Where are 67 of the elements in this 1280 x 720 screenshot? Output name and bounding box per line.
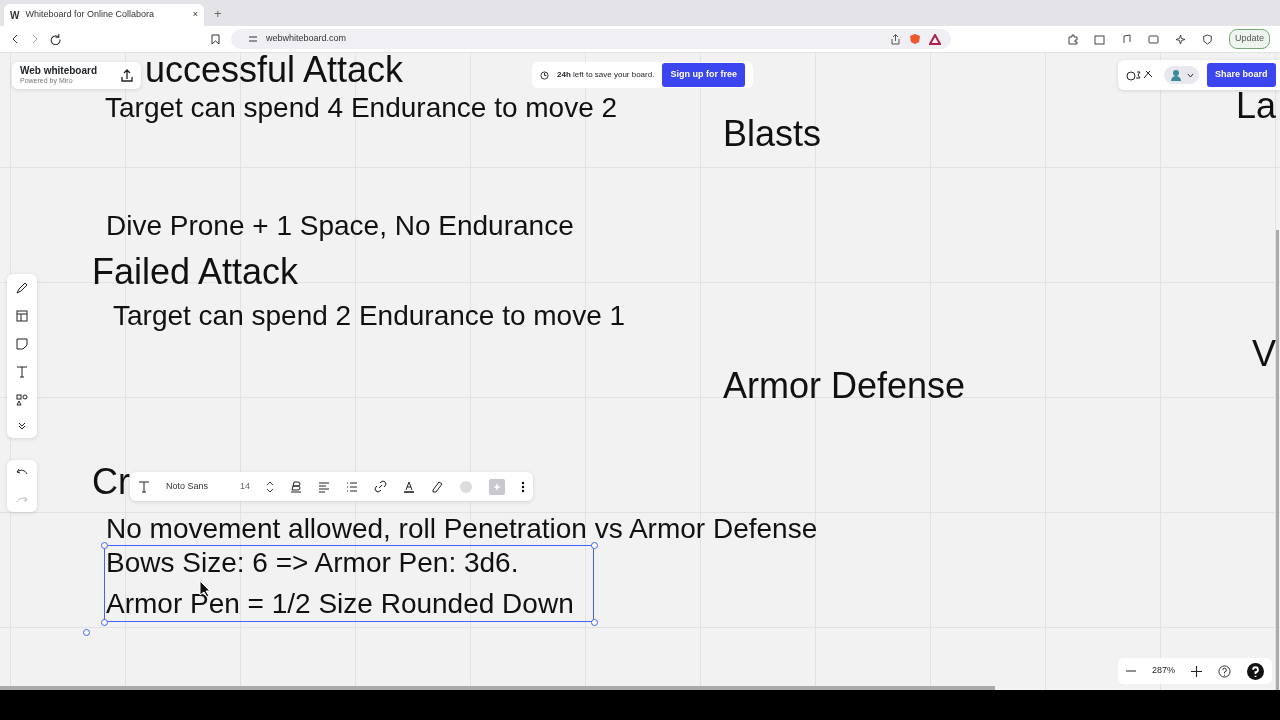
note-text: Armor Pen = 1/2 Size Rounded Down [106, 590, 574, 618]
avatar-menu[interactable] [1164, 66, 1199, 84]
url-text[interactable]: webwhiteboard.com [266, 32, 347, 46]
zoom-level[interactable]: 287% [1152, 664, 1176, 678]
back-icon[interactable] [10, 34, 20, 44]
note-text: No movement allowed, roll Penetration vs Armor Defense [106, 515, 818, 543]
zoom-in-icon[interactable] [1191, 665, 1203, 677]
avatar-icon [1169, 68, 1183, 82]
font-dropdown[interactable]: Noto Sans [166, 479, 224, 494]
shapes-icon[interactable] [16, 394, 28, 406]
note-text: Bows Size: 6 => Armor Pen: 3d6. [106, 549, 519, 577]
list-icon[interactable] [346, 480, 358, 493]
heading-text: V [1252, 334, 1276, 374]
highlighter-icon[interactable] [431, 480, 443, 493]
scrollbar[interactable] [1276, 230, 1279, 690]
text-icon[interactable] [138, 480, 150, 493]
align-icon[interactable] [318, 480, 330, 493]
more-icon[interactable] [18, 422, 26, 430]
text-color-icon[interactable] [403, 480, 415, 493]
note-text: Target can spend 2 Endurance to move 1 [113, 302, 626, 330]
new-tab-button[interactable]: + [204, 3, 232, 26]
pen-icon[interactable] [16, 282, 28, 294]
banner-text: 24h left to save your board. [557, 69, 655, 81]
link-icon[interactable] [374, 480, 387, 493]
resize-handle[interactable] [591, 619, 598, 626]
update-button[interactable]: Update [1228, 29, 1270, 49]
triangle-icon[interactable] [929, 33, 941, 45]
signup-button[interactable]: Sign up for free [662, 63, 745, 87]
note-text: Dive Prone + 1 Space, No Endurance [106, 212, 574, 240]
clock-icon [540, 70, 549, 80]
chevron-icon [1187, 72, 1194, 78]
vpn-icon[interactable] [1201, 33, 1213, 45]
reload-icon[interactable] [50, 33, 61, 45]
shield-icon[interactable] [909, 33, 921, 45]
wallet-icon[interactable] [1147, 33, 1159, 45]
site-settings-icon[interactable] [248, 34, 258, 44]
share-button[interactable]: Share board [1207, 63, 1276, 87]
tab-title[interactable]: Whiteboard for Online Collabora [25, 8, 155, 22]
heading-text: Armor Defense [723, 366, 966, 406]
help-icon[interactable] [1247, 662, 1265, 680]
resize-handle[interactable] [101, 619, 108, 626]
more-icon[interactable] [521, 480, 525, 493]
upload-icon[interactable] [121, 69, 134, 82]
heading-text: Blasts [723, 114, 822, 154]
heading-text: Failed Attack [92, 252, 299, 292]
resize-handle[interactable] [591, 542, 598, 549]
sticky-note-icon[interactable] [16, 338, 28, 350]
scrollbar[interactable] [0, 686, 995, 690]
note-text: Target can spend 4 Endurance to move 2 [105, 94, 618, 122]
heading-text: Cr [92, 462, 130, 502]
window-icon[interactable] [1093, 33, 1105, 45]
bold-icon[interactable] [290, 480, 302, 493]
close-icon[interactable]: × [192, 8, 198, 22]
extensions-icon[interactable] [1066, 33, 1078, 45]
rotate-handle[interactable] [83, 629, 90, 636]
board-name[interactable]: Web whiteboard [20, 64, 98, 76]
resize-handle[interactable] [101, 542, 108, 549]
font-size-field[interactable]: 14 [240, 479, 250, 494]
site-logo: W [10, 8, 20, 23]
bookmark-icon[interactable] [211, 33, 220, 45]
sparkle-icon[interactable] [1174, 33, 1186, 45]
stepper-icon[interactable] [266, 479, 274, 494]
layout-icon[interactable] [16, 310, 28, 322]
share-icon[interactable] [890, 33, 901, 45]
heading-text: uccessful Attack [145, 52, 404, 90]
text-icon[interactable] [16, 366, 28, 378]
heading-text: La [1236, 86, 1277, 126]
